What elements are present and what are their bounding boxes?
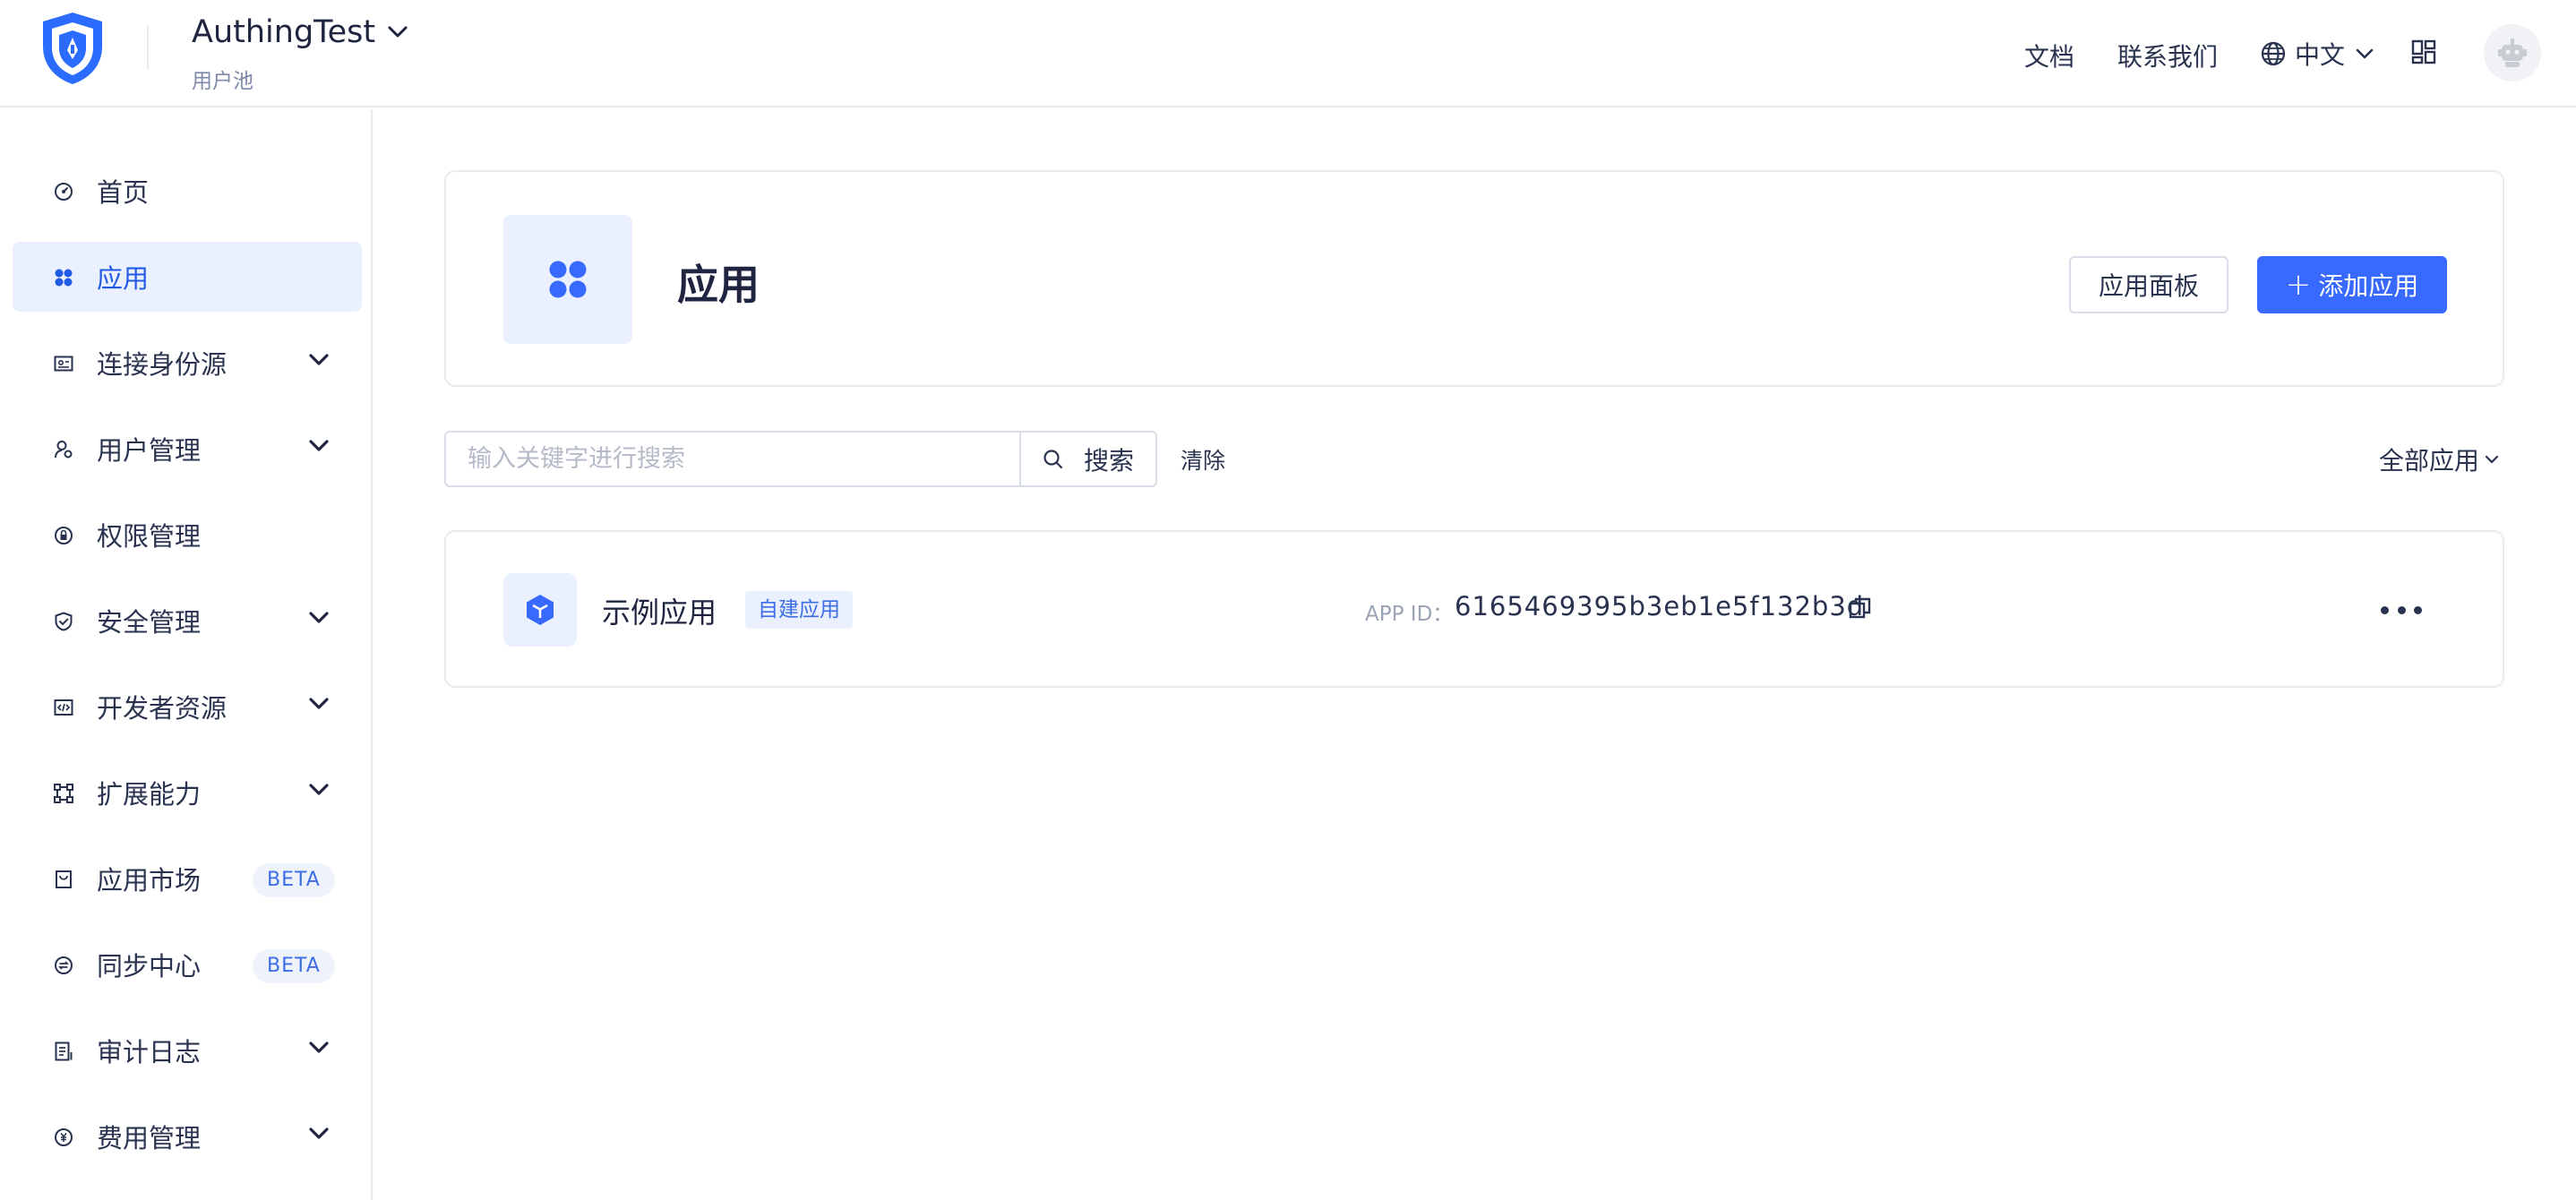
app-filter-dropdown[interactable]: 全部应用 <box>2379 441 2499 477</box>
sidebar-item-label: 费用管理 <box>97 1123 202 1153</box>
sidebar-item-label: 安全管理 <box>97 607 202 638</box>
sidebar-item-sync-center[interactable]: 同步中心 BETA <box>13 930 362 999</box>
sidebar-item-apps[interactable]: 应用 <box>13 242 362 312</box>
store-icon <box>56 870 72 888</box>
chevron-down-icon <box>2356 48 2374 58</box>
robot-avatar-icon <box>2498 39 2527 67</box>
clear-search-link[interactable]: 清除 <box>1181 443 1225 476</box>
sidebar-item-billing[interactable]: 费用管理 <box>13 1101 362 1171</box>
more-options-icon[interactable] <box>2381 595 2422 625</box>
app-name[interactable]: 示例应用 <box>602 590 717 631</box>
chevron-down-icon <box>309 354 329 365</box>
sidebar-item-label: 权限管理 <box>97 521 202 552</box>
sync-icon <box>55 956 73 974</box>
header-divider <box>147 25 149 70</box>
beta-badge: BETA <box>253 949 335 983</box>
sidebar: 首页 应用 连接身份源 用户管理 权限管理 安全管理 开发者资源 扩展能力 应用… <box>0 109 373 1200</box>
chevron-down-icon <box>309 440 329 451</box>
search-icon <box>1043 449 1063 468</box>
add-app-button[interactable]: + 添加应用 <box>2257 256 2447 313</box>
code-icon <box>54 699 73 716</box>
extension-icon <box>54 784 73 803</box>
chevron-down-icon <box>388 26 408 38</box>
sidebar-item-label: 连接身份源 <box>97 349 228 380</box>
plus-icon: + <box>2285 267 2312 303</box>
search-button-label: 搜索 <box>1083 445 1134 476</box>
app-type-tag: 自建应用 <box>745 591 853 629</box>
sidebar-item-label: 首页 <box>97 177 150 208</box>
chevron-down-icon <box>309 784 329 795</box>
user-avatar[interactable] <box>2484 24 2541 81</box>
chevron-down-icon <box>309 612 329 623</box>
chevron-down-icon <box>309 698 329 709</box>
sidebar-item-label: 审计日志 <box>97 1037 202 1067</box>
sidebar-item-audit-log[interactable]: 审计日志 <box>13 1016 362 1085</box>
userpool-subtitle: 用户池 <box>192 70 253 93</box>
cube-icon <box>527 595 554 625</box>
sidebar-item-label: 扩展能力 <box>97 779 202 810</box>
apps-icon <box>549 261 587 298</box>
chevron-down-icon <box>309 1127 329 1139</box>
sidebar-item-permissions[interactable]: 权限管理 <box>13 500 362 570</box>
dot <box>2397 605 2406 614</box>
app-id-value: 6165469395b3eb1e5f132b3d <box>1455 591 1865 621</box>
top-header: AuthingTest 用户池 文档 联系我们 中文 <box>0 0 2576 107</box>
lock-icon <box>55 527 73 544</box>
sidebar-item-label: 同步中心 <box>97 951 202 981</box>
copy-icon[interactable] <box>1849 596 1872 620</box>
app-id-label: APP ID： <box>1365 603 1454 626</box>
sidebar-item-security[interactable]: 安全管理 <box>13 586 362 656</box>
userpool-name: AuthingTest <box>192 14 376 50</box>
search-input[interactable] <box>444 431 1019 487</box>
sidebar-item-extensions[interactable]: 扩展能力 <box>13 758 362 827</box>
app-icon-box <box>503 573 577 647</box>
user-settings-icon <box>55 441 73 459</box>
language-label: 中文 <box>2295 40 2346 70</box>
sidebar-item-home[interactable]: 首页 <box>13 156 362 226</box>
log-icon <box>55 1041 73 1061</box>
chevron-down-icon <box>309 1041 329 1053</box>
contact-us-link[interactable]: 联系我们 <box>2117 38 2218 73</box>
beta-badge: BETA <box>253 863 335 897</box>
sidebar-item-label: 开发者资源 <box>97 693 228 724</box>
sidebar-item-user-management[interactable]: 用户管理 <box>13 414 362 484</box>
apps-icon <box>55 269 73 287</box>
authing-logo-icon[interactable] <box>39 11 106 86</box>
page-title: 应用 <box>677 261 760 309</box>
dot <box>2381 605 2389 614</box>
globe-icon <box>2261 41 2286 66</box>
sidebar-item-label: 应用市场 <box>97 865 202 896</box>
docs-link[interactable]: 文档 <box>2024 38 2074 73</box>
sidebar-item-identity-sources[interactable]: 连接身份源 <box>13 328 362 398</box>
search-button[interactable]: 搜索 <box>1019 431 1157 487</box>
app-panel-button[interactable]: 应用面板 <box>2069 256 2228 313</box>
billing-icon <box>55 1128 73 1146</box>
sidebar-item-label: 用户管理 <box>97 435 202 466</box>
page-header-card: 应用 应用面板 + 添加应用 <box>444 170 2504 387</box>
userpool-switcher[interactable]: AuthingTest <box>192 14 408 50</box>
sidebar-item-developer-resources[interactable]: 开发者资源 <box>13 672 362 741</box>
sidebar-item-app-market[interactable]: 应用市场 BETA <box>13 844 362 913</box>
shield-check-icon <box>55 612 73 631</box>
filter-label: 全部应用 <box>2379 446 2480 476</box>
add-app-label: 添加应用 <box>2318 271 2419 301</box>
dot <box>2414 605 2422 614</box>
sidebar-item-label: 应用 <box>97 263 150 294</box>
app-list-item[interactable]: 示例应用 自建应用 APP ID： 6165469395b3eb1e5f132b… <box>444 530 2504 688</box>
chevron-down-icon <box>2485 455 2499 464</box>
page-icon-box <box>503 215 632 344</box>
id-card-icon <box>54 356 73 372</box>
app-grid-icon[interactable] <box>2411 39 2436 64</box>
dashboard-icon <box>55 183 73 201</box>
language-selector[interactable]: 中文 <box>2261 36 2374 72</box>
